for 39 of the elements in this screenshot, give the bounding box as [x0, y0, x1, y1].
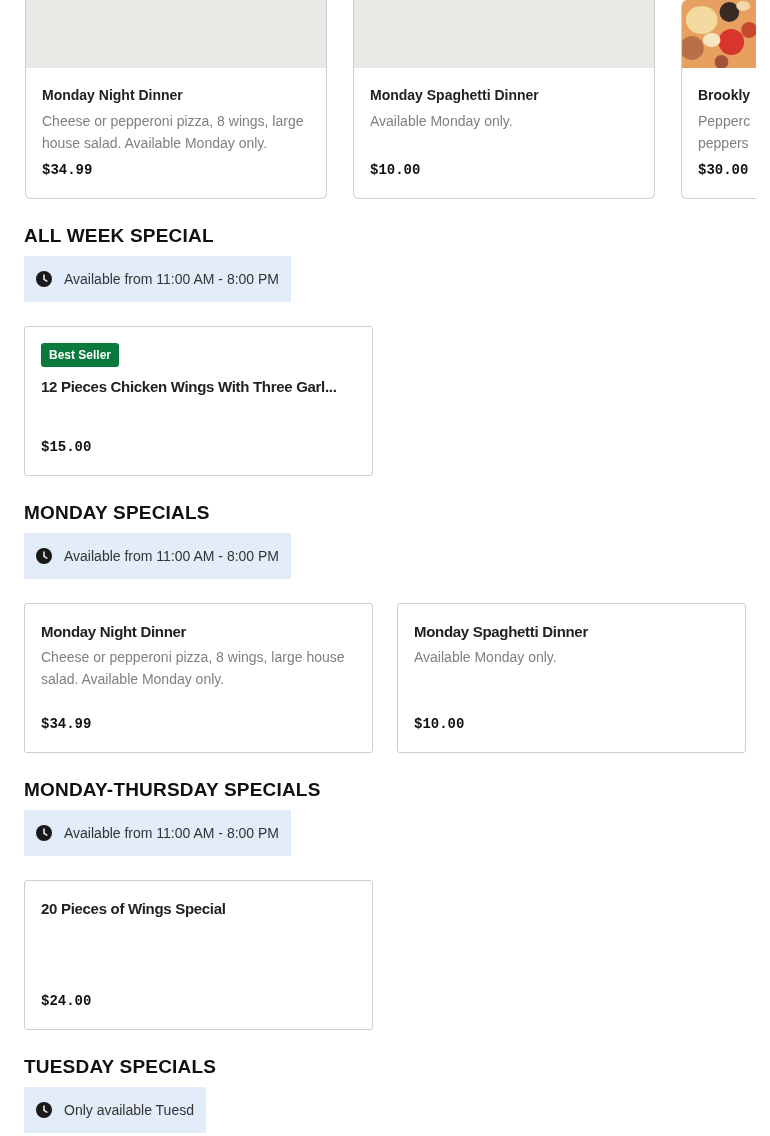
item-title: 20 Pieces of Wings Special	[41, 899, 226, 919]
section-heading: ALL WEEK SPECIAL	[24, 224, 215, 248]
menu-item-card[interactable]: Monday Spaghetti Dinner Available Monday only. $10.00	[353, 0, 655, 199]
best-seller-badge: Best Seller	[41, 343, 120, 367]
availability-text: Available from 11:00 AM - 8:00 PM	[64, 269, 280, 289]
section-heading: TUESDAY SPECIALS	[24, 1055, 218, 1079]
item-price: $15.00	[41, 438, 93, 457]
item-price: $10.00	[414, 715, 466, 734]
item-title: Monday Spaghetti Dinner	[414, 622, 588, 642]
availability-text: Available from 11:00 AM - 8:00 PM	[64, 823, 280, 843]
menu-item-card[interactable]: 20 Pieces of Wings Special $24.00	[24, 880, 373, 1030]
item-price: $30.00	[698, 161, 750, 180]
item-title: Monday Spaghetti Dinner	[370, 86, 540, 105]
item-title: Monday Night Dinner	[41, 622, 187, 642]
clock-icon	[36, 548, 52, 564]
menu-item-card[interactable]: Monday Night Dinner Cheese or pepperoni pizza, 8 wings, large house salad. Available Monday only. $34.99	[25, 0, 327, 199]
menu-item-card[interactable]: Monday Spaghetti Dinner Available Monday only. $10.00	[397, 603, 746, 753]
item-title: Brookly	[698, 86, 752, 105]
clock-icon	[36, 1102, 52, 1118]
availability-text: Only available Tuesd	[64, 1100, 194, 1120]
section-heading: MONDAY SPECIALS	[24, 501, 211, 525]
item-description: Cheese or pepperoni pizza, 8 wings, large house salad. Available Monday only.	[41, 648, 346, 689]
item-price: $24.00	[41, 992, 93, 1011]
item-price: $34.99	[41, 715, 93, 734]
clock-icon	[36, 825, 52, 841]
item-description: Pepperc peppers	[698, 112, 752, 153]
item-price: $10.00	[370, 161, 422, 180]
section-heading: MONDAY-THURSDAY SPECIALS	[24, 778, 322, 802]
menu-item-card[interactable]: Brookly Pepperc peppers $30.00	[681, 0, 756, 199]
availability-text: Available from 11:00 AM - 8:00 PM	[64, 546, 280, 566]
item-description: Cheese or pepperoni pizza, 8 wings, large house salad. Available Monday only.	[42, 112, 305, 153]
menu-item-card[interactable]: Monday Night Dinner Cheese or pepperoni pizza, 8 wings, large house salad. Available Monday only. $34.99	[24, 603, 373, 753]
item-description: Available Monday only.	[414, 648, 558, 667]
item-price: $34.99	[42, 161, 94, 180]
item-title: 12 Pieces Chicken Wings With Three Garl...	[41, 377, 337, 397]
item-title: Monday Night Dinner	[42, 86, 184, 105]
clock-icon	[36, 271, 52, 287]
item-description: Available Monday only.	[370, 112, 514, 131]
menu-item-card[interactable]: Best Seller 12 Pieces Chicken Wings With Three Garl... $15.00	[24, 326, 373, 476]
